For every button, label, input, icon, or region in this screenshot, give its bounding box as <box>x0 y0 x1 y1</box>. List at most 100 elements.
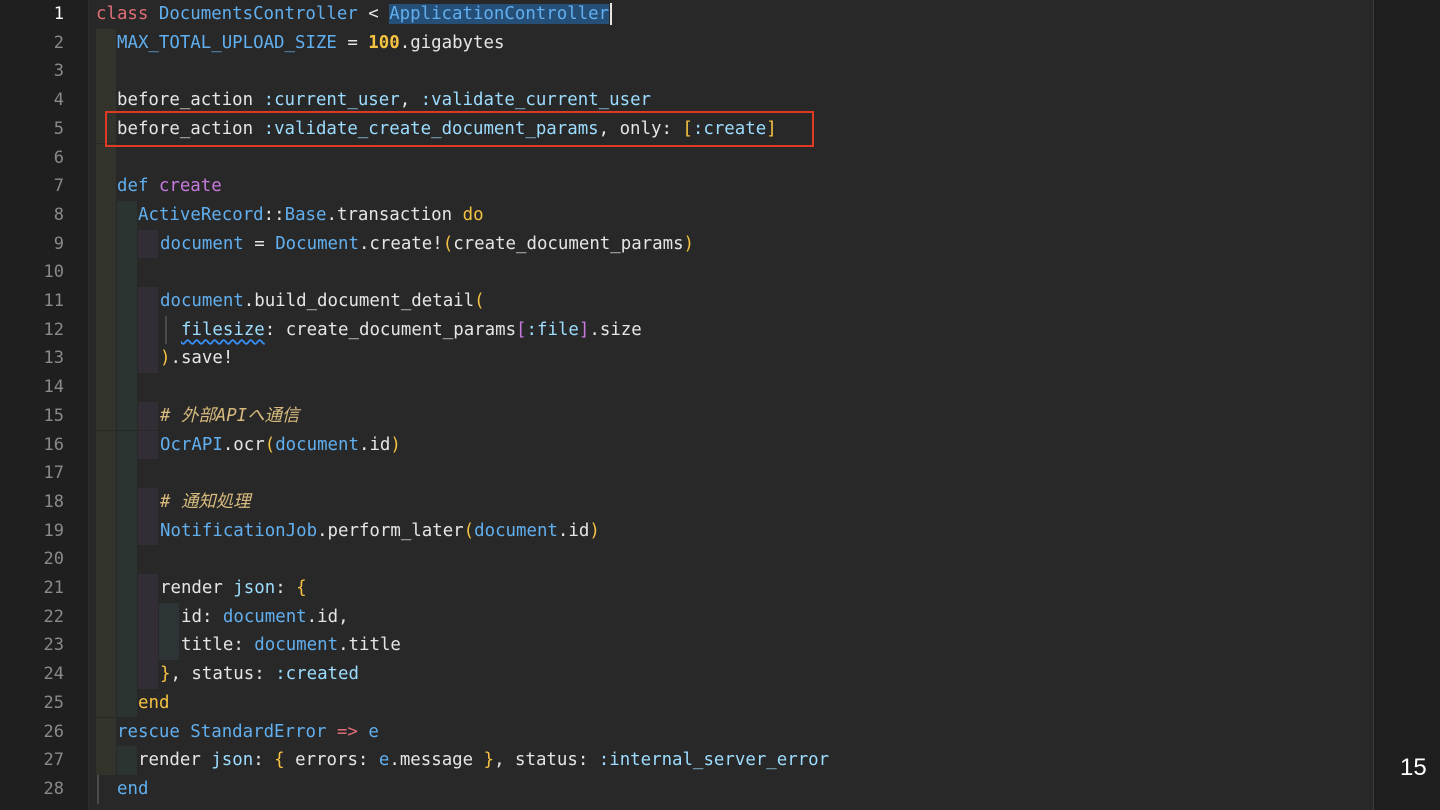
code-line-7[interactable]: 7 def create <box>0 172 1373 201</box>
code-text[interactable]: end <box>138 689 169 718</box>
code-text[interactable]: # 通知処理 <box>160 488 251 517</box>
code-editor[interactable]: 1 class DocumentsController < Applicatio… <box>0 0 1440 810</box>
indent-guide <box>96 57 116 87</box>
indent-guide <box>138 631 158 661</box>
code-text[interactable]: rescue StandardError => e <box>117 718 379 747</box>
code-line-9[interactable]: 9 document = Document.create!(create_doc… <box>0 229 1373 259</box>
paren: ( <box>474 291 485 311</box>
line-number: 5 <box>53 118 64 139</box>
indent-guide <box>117 688 137 718</box>
code-line-19[interactable]: 19 NotificationJob.perform_later(documen… <box>0 516 1373 546</box>
code-line-3[interactable]: 3 <box>0 57 1373 87</box>
code-text[interactable]: ).save! <box>160 344 233 373</box>
brace: } <box>160 664 171 685</box>
symbol: :created <box>275 664 359 685</box>
code-line-12[interactable]: 12 filesize: create_document_params[:fil… <box>0 315 1373 345</box>
brace: { <box>274 750 285 771</box>
punctuation: : <box>275 578 297 598</box>
indent-guide <box>138 574 158 603</box>
indent-guide <box>96 631 116 661</box>
code-line-15[interactable]: 15 # 外部APIへ通信 <box>0 401 1373 431</box>
code-text[interactable]: filesize: create_document_params[:file].… <box>181 316 642 345</box>
indent-guide <box>117 287 137 316</box>
indent-guide <box>117 258 137 287</box>
code-line-25[interactable]: 25 end <box>0 688 1373 718</box>
paren: ) <box>683 233 695 254</box>
code-text[interactable]: ActiveRecord::Base.transaction do <box>138 201 484 230</box>
code-text[interactable]: document = Document.create!(create_docum… <box>160 230 694 259</box>
code-line-2[interactable]: 2 MAX_TOTAL_UPLOAD_SIZE = 100.gigabytes <box>0 28 1373 58</box>
code-line-14[interactable]: 14 <box>0 373 1373 402</box>
symbol: :current_user <box>253 90 400 111</box>
code-line-6[interactable]: 6 <box>0 143 1373 173</box>
code-text[interactable]: MAX_TOTAL_UPLOAD_SIZE = 100.gigabytes <box>117 29 504 58</box>
operator: = <box>336 32 369 53</box>
code-text[interactable]: NotificationJob.perform_later(document.i… <box>160 517 600 546</box>
variable: document <box>222 606 307 627</box>
code-line-27[interactable]: 27 render json: { errors: e.message }, s… <box>0 746 1373 775</box>
code-text[interactable]: }, status: :created <box>160 660 359 689</box>
code-line-24[interactable]: 24 }, status: :created <box>0 660 1373 689</box>
indent-guide <box>117 229 137 259</box>
code-text[interactable]: title: document.title <box>181 631 401 660</box>
line-number: 10 <box>43 262 64 283</box>
constant: NotificationJob <box>160 520 318 541</box>
code-text[interactable]: class DocumentsController < ApplicationC… <box>96 0 613 29</box>
code-text[interactable]: render json: { errors: e.message }, stat… <box>138 746 829 775</box>
constant: MAX_TOTAL_UPLOAD_SIZE <box>117 32 337 53</box>
code-line-11[interactable]: 11 document.build_document_detail( <box>0 287 1373 316</box>
code-line-20[interactable]: 20 <box>0 545 1373 574</box>
variable: e <box>378 750 390 771</box>
line-number: 8 <box>53 204 64 225</box>
punctuation: , <box>399 90 421 111</box>
code-text[interactable]: end <box>117 775 148 804</box>
code-line-10[interactable]: 10 <box>0 258 1373 287</box>
paren: ( <box>442 233 454 254</box>
code-line-26[interactable]: 26 rescue StandardError => e <box>0 717 1373 747</box>
indent-guide <box>117 631 137 661</box>
symbol: :validate_current_user <box>420 90 652 111</box>
indent-guide <box>117 746 137 775</box>
indent-guide <box>117 545 137 574</box>
code-line-16[interactable]: 16 OcrAPI.ocr(document.id) <box>0 430 1373 460</box>
code-line-13[interactable]: 13 ).save! <box>0 344 1373 374</box>
code-text[interactable]: OcrAPI.ocr(document.id) <box>160 431 401 460</box>
indent-guide <box>96 516 116 546</box>
indent-guide <box>117 344 137 374</box>
code-text[interactable]: # 外部APIへ通信 <box>160 402 299 431</box>
comment: # 通知処理 <box>160 491 251 512</box>
indent-guide <box>159 631 179 661</box>
method: .save! <box>170 348 234 369</box>
code-line-22[interactable]: 22 id: document.id, <box>0 602 1373 632</box>
code-text[interactable]: document.build_document_detail( <box>160 287 485 316</box>
code-text[interactable]: render json: { <box>160 574 307 603</box>
code-text[interactable]: id: document.id, <box>181 603 349 632</box>
variable: document <box>254 635 339 656</box>
code-line-1[interactable]: 1 class DocumentsController < Applicatio… <box>0 0 1373 29</box>
indent-guide <box>138 287 158 316</box>
code-line-17[interactable]: 17 <box>0 459 1373 488</box>
hash-key: , status: <box>170 664 276 685</box>
code-line-28[interactable]: 28 end <box>0 774 1373 804</box>
code-line-23[interactable]: 23 title: document.title <box>0 631 1373 661</box>
paren: ) <box>160 348 171 369</box>
constant: Document <box>275 233 359 254</box>
indent-guide <box>96 172 116 201</box>
method: .size <box>589 319 642 340</box>
code-line-18[interactable]: 18 # 通知処理 <box>0 487 1373 517</box>
hash-key: filesize <box>181 319 265 340</box>
code-text[interactable]: def create <box>117 172 222 201</box>
identifier: : create_document_params <box>264 319 517 340</box>
code-line-21[interactable]: 21 render json: { <box>0 574 1373 603</box>
class-name: DocumentsController <box>158 4 358 24</box>
line-number: 21 <box>43 578 64 598</box>
line-number: 18 <box>43 491 64 512</box>
indent-guide <box>96 373 116 402</box>
line-number: 23 <box>43 635 64 656</box>
hash-key: errors: <box>284 750 379 771</box>
operator: => <box>326 721 369 742</box>
line-number: 1 <box>53 4 64 24</box>
variable: document <box>474 520 558 541</box>
paren: ( <box>463 520 475 541</box>
code-line-8[interactable]: 8 ActiveRecord::Base.transaction do <box>0 200 1373 230</box>
